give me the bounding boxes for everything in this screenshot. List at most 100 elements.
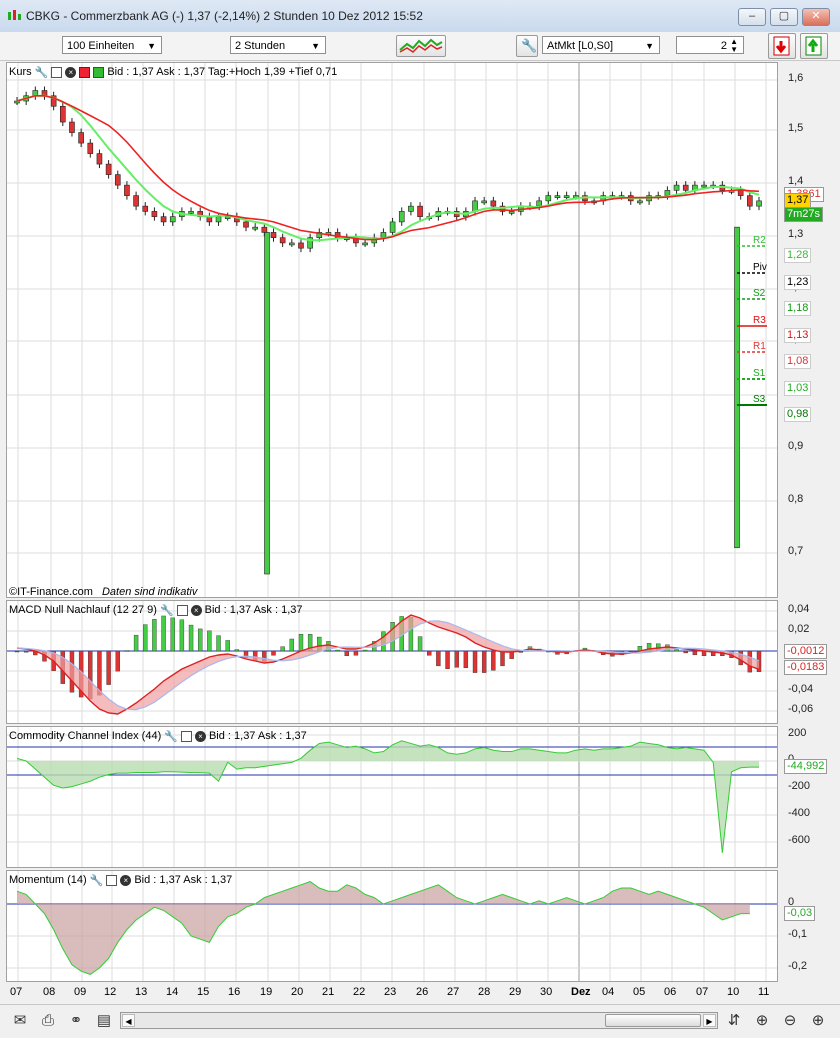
order-settings-button[interactable]: 🔧 <box>516 35 538 57</box>
quantity-stepper[interactable]: 2 ▲ ▼ <box>676 36 744 54</box>
date-tick-label: 29 <box>509 986 522 998</box>
mail-icon[interactable]: ✉ <box>10 1011 30 1031</box>
close-icon[interactable]: × <box>190 604 202 616</box>
price-chart-panel[interactable]: R2 Piv S2 R3 R1 S1 S3 Kurs 🔧 × Bid : 1,37 Ask … <box>6 62 778 598</box>
price-tick-label: 1,6 <box>788 72 804 84</box>
scrollbar-thumb[interactable] <box>605 1014 701 1027</box>
macd-histogram-bar <box>445 650 450 669</box>
candle-body <box>105 163 112 175</box>
wrench-icon[interactable]: 🔧 <box>164 730 178 743</box>
minimize-button[interactable]: – <box>738 8 766 26</box>
horizontal-scrollbar[interactable]: ◀ ▶ <box>120 1012 718 1029</box>
window-icon[interactable] <box>180 730 192 742</box>
zoom-fit-icon[interactable]: ⊕ <box>752 1011 772 1031</box>
window-icon[interactable] <box>51 66 63 78</box>
wrench-icon[interactable]: 🔧 <box>90 874 104 887</box>
scroll-right-icon[interactable]: ▶ <box>703 1014 716 1027</box>
macd-histogram-bar <box>23 650 29 653</box>
interval-select[interactable]: 2 Stunden ▼ <box>230 36 326 54</box>
link-icon[interactable]: ⚭ <box>66 1011 86 1031</box>
panel-info: Bid : 1,37 Ask : 1,37 Tag:+Hoch 1,39 +Ti… <box>107 66 338 78</box>
macd-histogram-bar <box>115 650 120 672</box>
candle-body <box>252 226 258 230</box>
scroll-left-icon[interactable]: ◀ <box>122 1014 135 1027</box>
candle-body <box>279 237 286 244</box>
candle-body <box>298 242 304 249</box>
close-icon[interactable]: × <box>194 730 206 742</box>
price-tick-label: 1,5 <box>788 122 804 134</box>
window-icon[interactable] <box>106 874 118 886</box>
macd-canvas[interactable] <box>7 601 778 724</box>
maximize-button[interactable]: ▢ <box>770 8 798 26</box>
macd-histogram-bar <box>454 650 459 668</box>
date-tick-label: 07 <box>10 986 23 998</box>
candle-body <box>169 216 176 223</box>
units-select-value: 100 Einheiten <box>67 40 135 52</box>
close-icon[interactable]: × <box>120 874 132 886</box>
price-chart-canvas[interactable]: R2 Piv S2 R3 R1 S1 S3 <box>7 63 778 598</box>
macd-histogram-bar <box>298 634 304 652</box>
print-icon[interactable]: ⎙ <box>38 1011 58 1031</box>
wrench-icon[interactable]: 🔧 <box>35 66 49 79</box>
date-axis: 07 08 09 12 13 14 15 16 19 20 21 22 23 26 27 28 29 30 Dez 0… <box>0 984 780 1002</box>
macd-tick-label: -0,04 <box>788 683 814 695</box>
panel-title: Momentum (14) <box>9 874 87 886</box>
autoscale-icon[interactable]: ⇵ <box>724 1011 744 1031</box>
macd-histogram-bar <box>133 634 139 652</box>
price-tick-label: 0,8 <box>788 493 804 505</box>
candle-body <box>389 221 396 233</box>
zoom-in-icon[interactable]: ⊕ <box>808 1011 828 1031</box>
pivot-label: R3 <box>753 315 766 326</box>
date-tick-label: 05 <box>633 986 646 998</box>
sell-arrow-icon <box>773 36 790 56</box>
date-tick-label: 28 <box>478 986 491 998</box>
macd-signal-band <box>17 615 759 714</box>
cci-area <box>17 740 759 853</box>
move-up-icon[interactable] <box>93 66 105 78</box>
window-icon[interactable] <box>176 604 188 616</box>
cci-tick-label: -400 <box>788 807 811 819</box>
macd-axis: 0,040,020-0,02-0,04-0,06-0,0012-0,0183 <box>782 600 840 724</box>
candle-body <box>133 195 139 207</box>
macd-panel[interactable]: MACD Null Nachlauf (12 27 9) 🔧 × Bid : 1… <box>6 600 778 724</box>
strategy-chart-button[interactable] <box>396 35 446 57</box>
candle-body <box>508 211 515 214</box>
macd-histogram-bar <box>198 628 203 652</box>
candle-body <box>243 221 249 228</box>
macd-histogram-bar <box>207 630 212 652</box>
wrench-icon[interactable]: 🔧 <box>160 604 174 617</box>
countdown-tag: 7m27s <box>784 207 824 222</box>
momentum-panel[interactable]: Momentum (14) 🔧 × Bid : 1,37 Ask : 1,37 <box>6 870 778 982</box>
buy-button[interactable] <box>800 33 828 59</box>
momentum-canvas[interactable] <box>7 871 778 982</box>
candle-body <box>545 195 552 202</box>
watermark: ©IT-Finance.com Daten sind indikativ <box>9 586 198 598</box>
pivot-label: Piv <box>753 262 767 273</box>
candle-body <box>142 205 149 212</box>
macd-histogram-bar <box>124 650 130 652</box>
price-tick-label: 0,7 <box>788 545 804 557</box>
macd-histogram-bar <box>161 615 166 652</box>
window-title: CBKG - Commerzbank AG (-) 1,37 (-2,14%) … <box>26 9 423 23</box>
pivot-label: S3 <box>753 394 766 405</box>
sell-button[interactable] <box>768 33 796 59</box>
zoom-out-icon[interactable]: ⊖ <box>780 1011 800 1031</box>
candle-body <box>563 195 570 198</box>
macd-histogram-bar <box>289 638 295 652</box>
candle-body <box>756 200 762 207</box>
units-select[interactable]: 100 Einheiten ▼ <box>62 36 162 54</box>
order-type-select[interactable]: AtMkt [L0,S0] ▼ <box>542 36 660 54</box>
candle-body <box>69 121 75 133</box>
close-icon[interactable]: × <box>65 66 77 78</box>
move-down-icon[interactable] <box>79 66 91 78</box>
date-tick-label: 23 <box>384 986 397 998</box>
pivot-value-tag: 0,98 <box>784 407 812 422</box>
macd-histogram-bar <box>683 650 688 654</box>
panel-info: Bid : 1,37 Ask : 1,37 <box>208 730 307 742</box>
candle-body <box>160 216 167 223</box>
disclaimer-text: Daten sind indikativ <box>101 586 198 598</box>
cci-panel[interactable]: Commodity Channel Index (44) 🔧 × Bid : 1… <box>6 726 778 868</box>
notes-icon[interactable]: ▤ <box>94 1011 114 1031</box>
close-button[interactable]: ✕ <box>802 8 830 26</box>
cci-canvas[interactable] <box>7 727 778 868</box>
